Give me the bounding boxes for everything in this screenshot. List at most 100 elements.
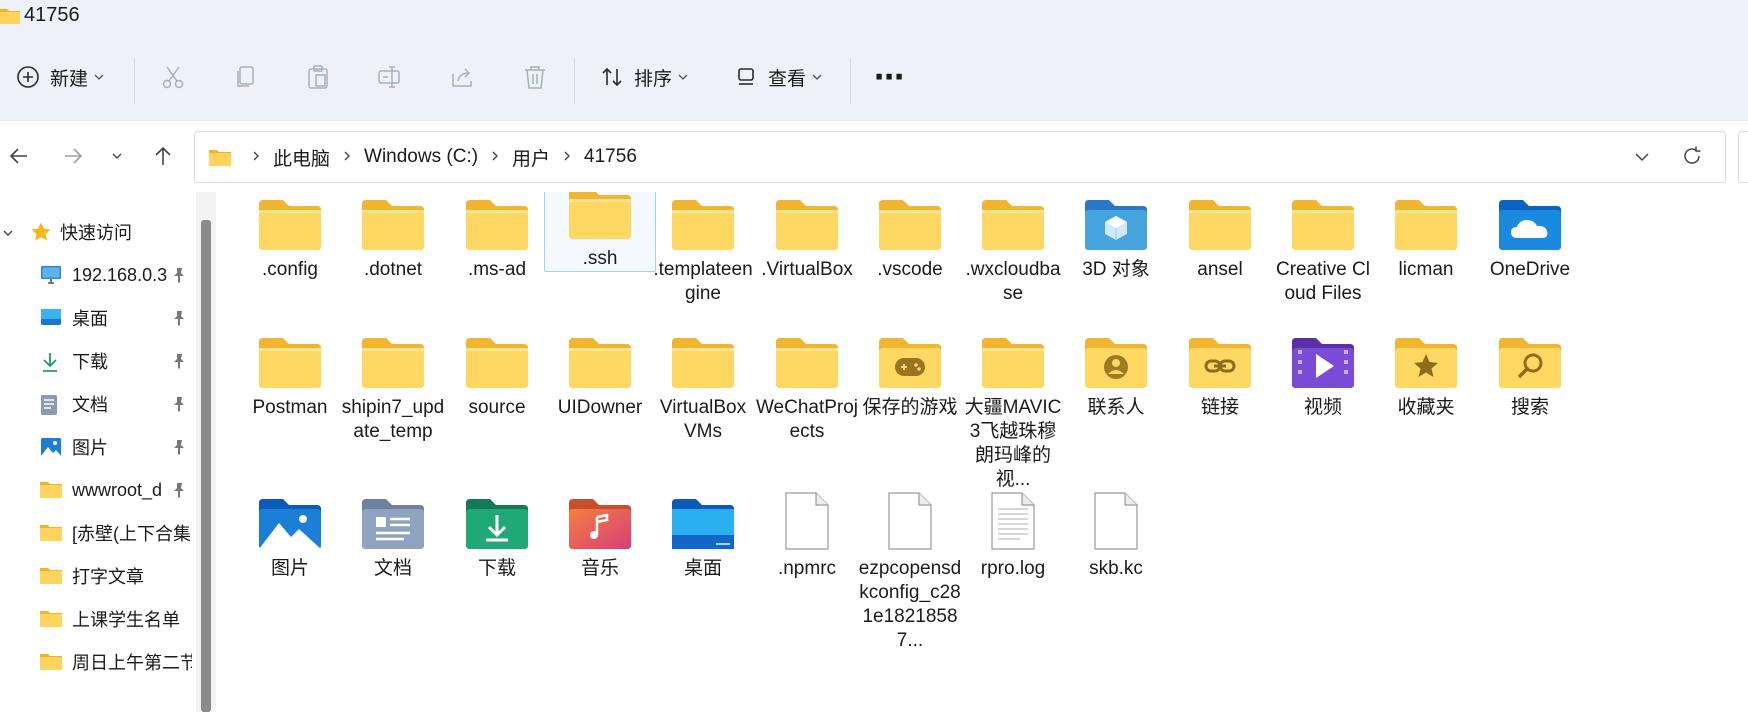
clipboard-icon	[308, 65, 328, 89]
folder-item[interactable]: 搜索	[1474, 318, 1586, 420]
item-name: Creative Cloud Files	[1276, 259, 1370, 304]
folder-item[interactable]: 视频	[1267, 318, 1379, 420]
chevron-right-icon[interactable]	[562, 146, 572, 168]
sidebar-item-label: 桌面	[72, 309, 108, 329]
folder-icon	[40, 652, 62, 670]
sort-button[interactable]: 排序	[600, 55, 688, 99]
rename-button[interactable]	[377, 55, 403, 99]
chevron-right-icon[interactable]	[342, 146, 352, 168]
forward-button[interactable]	[58, 141, 88, 171]
sidebar-item[interactable]: wwwroot_d	[0, 470, 196, 510]
folder-item[interactable]: 联系人	[1060, 318, 1172, 420]
breadcrumb-item[interactable]: 用户	[512, 144, 550, 171]
chevron-down-icon[interactable]	[2, 227, 14, 239]
chevron-down-icon[interactable]	[1633, 148, 1651, 166]
folder-item[interactable]: .VirtualBox	[751, 192, 863, 282]
downloads-folder-icon	[441, 479, 553, 551]
folder-item[interactable]: Creative Cloud Files	[1267, 192, 1379, 306]
share-button[interactable]	[450, 55, 476, 99]
folder-item[interactable]: source	[441, 318, 553, 420]
folder-item[interactable]: 文档	[337, 479, 449, 581]
delete-button[interactable]	[522, 55, 548, 99]
item-name: VirtualBox VMs	[659, 397, 747, 442]
folder-item[interactable]: .vscode	[854, 192, 966, 282]
folder-item[interactable]: .ms-ad	[441, 192, 553, 282]
new-button[interactable]: 新建	[16, 55, 104, 99]
folder-item[interactable]: shipin7_update_temp	[337, 318, 449, 444]
folder-item[interactable]: .templateengine	[647, 192, 759, 306]
breadcrumb-item[interactable]: Windows (C:)	[364, 146, 478, 168]
folder-item[interactable]: ansel	[1164, 192, 1276, 282]
documents-folder-icon	[337, 479, 449, 551]
back-button[interactable]	[4, 141, 34, 171]
trash-icon	[525, 66, 545, 89]
folder-item[interactable]: .wxcloudbase	[957, 192, 1069, 306]
folder-item[interactable]: Postman	[234, 318, 346, 420]
refresh-icon[interactable]	[1681, 145, 1703, 167]
paste-button[interactable]	[305, 55, 331, 99]
folder-item[interactable]: VirtualBox VMs	[647, 318, 759, 444]
folder-item[interactable]: .config	[234, 192, 346, 282]
folder-item[interactable]: .ssh	[544, 192, 656, 272]
item-name: 音乐	[580, 558, 619, 579]
folder-icon	[40, 566, 62, 584]
item-name: 收藏夹	[1397, 397, 1455, 418]
folder-item[interactable]: WeChatProjects	[751, 318, 863, 444]
up-button[interactable]	[148, 141, 178, 171]
folder-item[interactable]: OneDrive	[1474, 192, 1586, 282]
item-name: 保存的游戏	[862, 397, 958, 418]
item-name: 链接	[1200, 397, 1239, 418]
desktop-icon	[40, 308, 62, 326]
chevron-right-icon[interactable]	[490, 146, 500, 168]
sidebar-item[interactable]: 文档	[0, 384, 196, 424]
folder-icon	[544, 318, 656, 390]
folder-icon	[234, 192, 346, 252]
item-name: 视频	[1303, 397, 1342, 418]
folder-item[interactable]: 3D 对象	[1060, 192, 1172, 282]
sidebar-item[interactable]: 上课学生名单	[0, 599, 196, 639]
sidebar-item[interactable]: 192.168.0.3	[0, 255, 196, 295]
folder-item[interactable]: 下载	[441, 479, 553, 581]
folder-item[interactable]: UIDowner	[544, 318, 656, 420]
folder-item[interactable]: 链接	[1164, 318, 1276, 420]
file-item[interactable]: skb.kc	[1060, 479, 1172, 581]
recent-locations-button[interactable]	[102, 141, 132, 171]
copy-button[interactable]	[233, 55, 259, 99]
breadcrumb-item[interactable]: 此电脑	[273, 144, 330, 171]
sidebar-item[interactable]: [赤壁(上下合集	[0, 513, 196, 553]
item-name: .ssh	[582, 248, 618, 269]
folder-item[interactable]: 保存的游戏	[854, 318, 966, 420]
file-item[interactable]: rpro.log	[957, 479, 1069, 581]
sidebar-item[interactable]: 下载	[0, 341, 196, 381]
sidebar-item[interactable]: 桌面	[0, 298, 196, 338]
more-options-button[interactable]: ⋯	[874, 55, 905, 99]
folder-item[interactable]: 大疆MAVIC 3飞越珠穆朗玛峰的视...	[957, 318, 1069, 492]
folder-item[interactable]: licman	[1370, 192, 1482, 282]
file-item[interactable]: ezpcopensdkconfig_c281e18218587...	[854, 479, 966, 653]
breadcrumb-item[interactable]: 41756	[584, 146, 637, 168]
cut-button[interactable]	[160, 55, 186, 99]
folder-item[interactable]: .dotnet	[337, 192, 449, 282]
download-icon	[40, 351, 60, 373]
folder-item[interactable]: 音乐	[544, 479, 656, 581]
file-item[interactable]: .npmrc	[751, 479, 863, 581]
title-bar: 41756	[0, 0, 1748, 34]
star-icon	[30, 221, 52, 243]
chevron-right-icon[interactable]	[251, 146, 261, 168]
pin-icon	[172, 353, 186, 374]
sidebar-item[interactable]: 周日上午第二节	[0, 642, 196, 682]
sidebar-item[interactable]: 打字文章	[0, 556, 196, 596]
sidebar-item[interactable]: 图片	[0, 427, 196, 467]
search-box[interactable]	[1738, 131, 1748, 183]
item-name: UIDowner	[557, 397, 643, 418]
address-bar[interactable]: 此电脑 Windows (C:) 用户 41756	[194, 131, 1726, 183]
folder-item[interactable]: 图片	[234, 479, 346, 581]
command-bar: 新建 排序 查看 ⋯	[0, 34, 1748, 120]
sidebar-scrollbar-thumb[interactable]	[201, 220, 211, 712]
folder-icon	[234, 318, 346, 390]
folder-icon	[957, 192, 1069, 252]
folder-item[interactable]: 收藏夹	[1370, 318, 1482, 420]
folder-item[interactable]: 桌面	[647, 479, 759, 581]
view-button[interactable]: 查看	[736, 55, 822, 99]
sidebar-item-quick-access[interactable]: 快速访问	[0, 212, 196, 252]
